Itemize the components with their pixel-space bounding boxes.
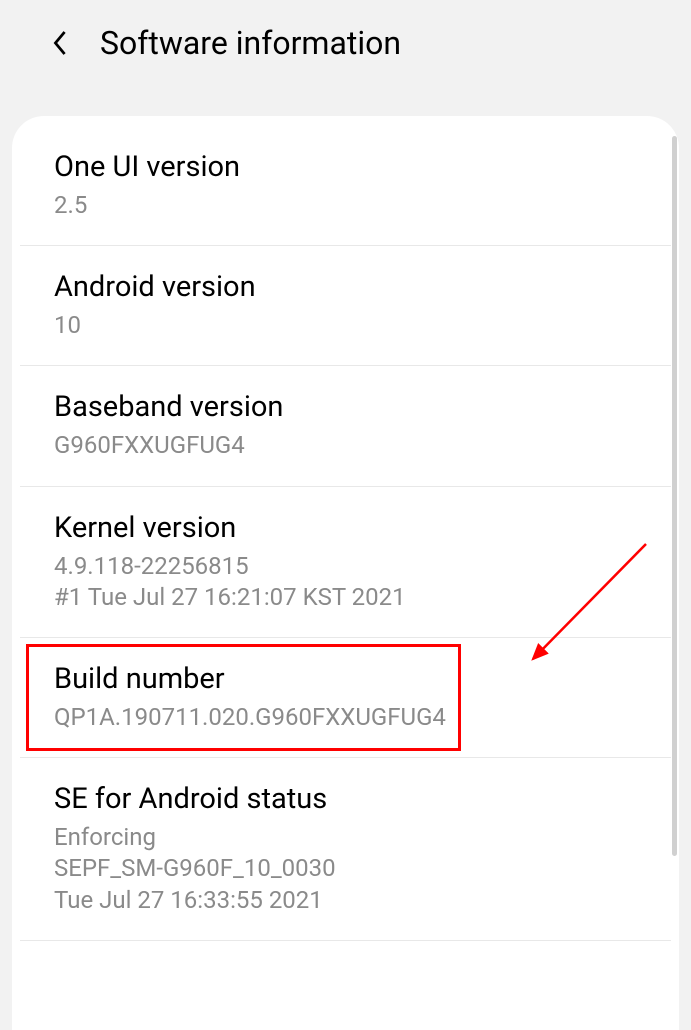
item-title: One UI version [54, 150, 637, 184]
list-item-kernel-version[interactable]: Kernel version 4.9.118-22256815 #1 Tue J… [20, 487, 671, 638]
list-item-one-ui-version[interactable]: One UI version 2.5 [20, 126, 671, 246]
item-value: 2.5 [54, 190, 637, 221]
item-title: SE for Android status [54, 782, 637, 816]
scrollbar[interactable] [672, 136, 677, 856]
item-value: G960FXXUGFUG4 [54, 430, 637, 461]
list-item-android-version[interactable]: Android version 10 [20, 246, 671, 366]
list-item-build-number[interactable]: Build number QP1A.190711.020.G960FXXUGFU… [20, 638, 671, 758]
list-item-baseband-version[interactable]: Baseband version G960FXXUGFUG4 [20, 366, 671, 486]
item-title: Android version [54, 270, 637, 304]
item-title: Baseband version [54, 390, 637, 424]
item-title: Kernel version [54, 511, 637, 545]
content-card: One UI version 2.5 Android version 10 Ba… [12, 116, 679, 1030]
highlight-box-annotation [26, 644, 461, 751]
header: Software information [0, 0, 691, 86]
item-value: 4.9.118-22256815 #1 Tue Jul 27 16:21:07 … [54, 551, 637, 613]
back-icon[interactable] [44, 27, 76, 59]
page-title: Software information [100, 24, 401, 62]
item-value: 10 [54, 310, 637, 341]
list-item-se-android-status[interactable]: SE for Android status Enforcing SEPF_SM-… [20, 758, 671, 941]
item-value: QP1A.190711.020.G960FXXUGFUG4 [54, 702, 637, 733]
item-title: Build number [54, 662, 637, 696]
item-value: Enforcing SEPF_SM-G960F_10_0030 Tue Jul … [54, 822, 637, 916]
